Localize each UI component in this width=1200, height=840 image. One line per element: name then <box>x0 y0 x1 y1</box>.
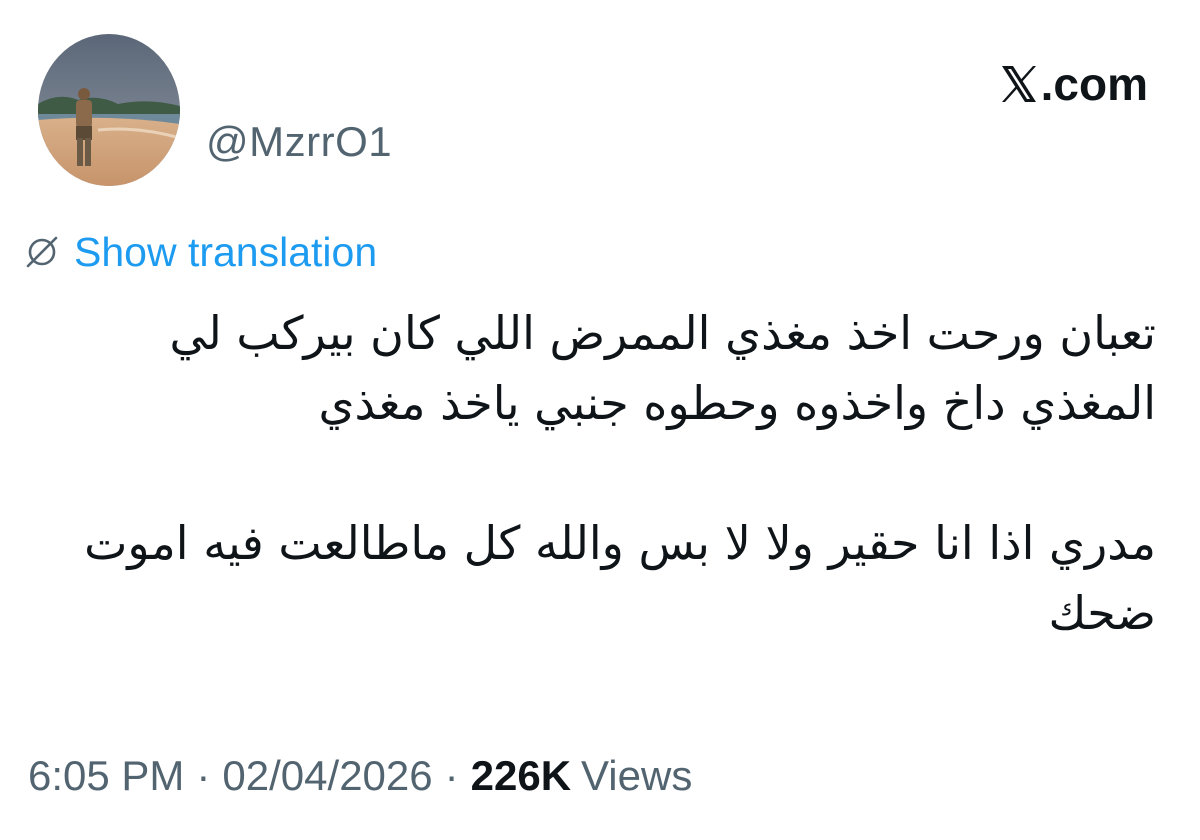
tweet-text: تعبان ورحت اخذ مغذي الممرض اللي كان بيرك… <box>46 298 1156 648</box>
meta-separator: · <box>444 752 459 799</box>
beach-photo-avatar <box>38 34 180 186</box>
show-translation-link[interactable]: Show translation <box>24 226 377 278</box>
views-label: Views <box>581 752 693 799</box>
meta-separator: · <box>196 752 211 799</box>
x-com-brand: .com <box>999 58 1148 110</box>
views-count: 226K <box>470 752 572 799</box>
globe-slash-icon <box>26 236 58 268</box>
author-handle[interactable]: @MzrrO1 <box>206 116 392 168</box>
brand-domain-label: .com <box>1040 58 1148 110</box>
author-avatar[interactable] <box>38 34 180 186</box>
tweet-meta: 6:05 PM · 02/04/2026 · 226K Views <box>28 748 692 804</box>
tweet-paragraph: مدري اذا انا حقير ولا لا بس والله كل ماط… <box>84 516 1156 640</box>
tweet-time[interactable]: 6:05 PM <box>28 752 184 799</box>
tweet-date[interactable]: 02/04/2026 <box>222 752 432 799</box>
show-translation-label: Show translation <box>74 229 378 275</box>
tweet-paragraph: تعبان ورحت اخذ مغذي الممرض اللي كان بيرك… <box>169 306 1156 430</box>
x-logo-icon <box>1001 66 1036 102</box>
